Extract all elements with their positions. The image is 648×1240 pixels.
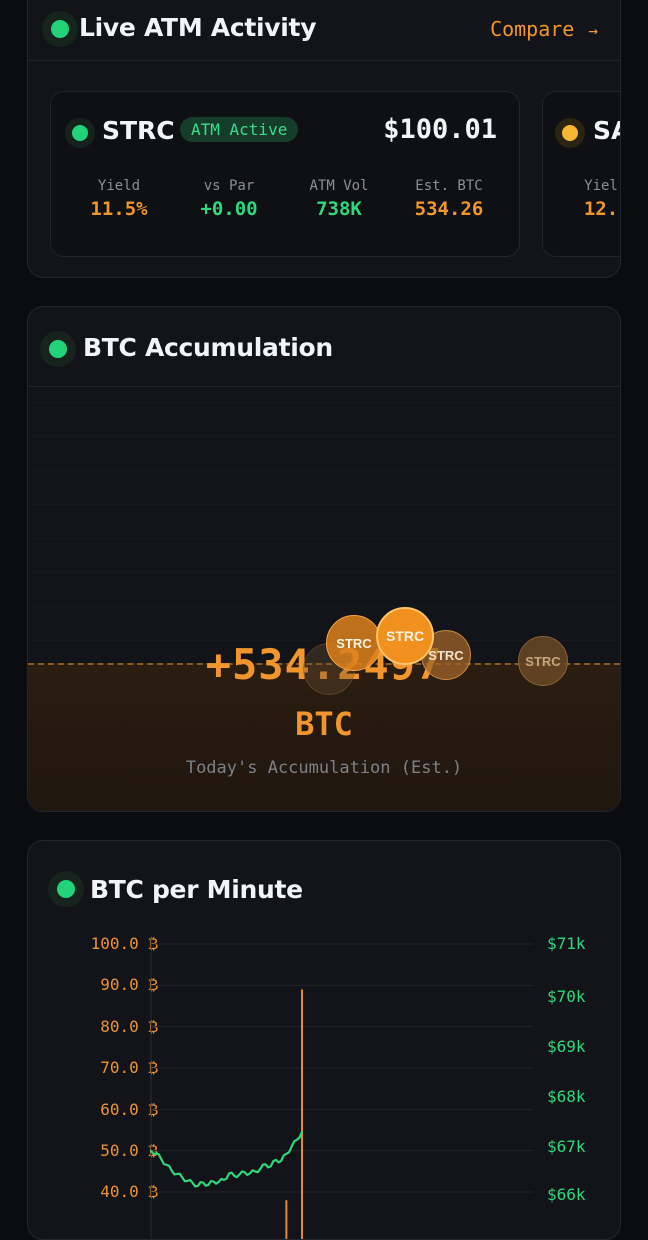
price-point	[295, 1138, 298, 1141]
price-point	[238, 1173, 241, 1176]
price-point	[181, 1176, 184, 1179]
strc-bubble: STRC	[326, 615, 382, 671]
stat-label: Est. BTC	[415, 178, 483, 194]
price-point	[202, 1181, 204, 1184]
atm-card-header: Live ATM Activity Compare →	[28, 0, 620, 61]
stat-yield: Yield 11.5%	[64, 178, 174, 220]
price-point	[243, 1171, 246, 1174]
price-point	[223, 1179, 225, 1181]
price-point	[290, 1146, 293, 1148]
price-point	[212, 1180, 215, 1183]
price-point	[254, 1170, 256, 1173]
price-point	[264, 1163, 267, 1166]
price-point	[191, 1182, 194, 1184]
ticker-card-sa[interactable]: SA Yiel 12.	[542, 91, 620, 257]
price-point	[275, 1159, 277, 1161]
arrow-right-icon: →	[588, 21, 598, 40]
stat-vs-par: vs Par +0.00	[174, 178, 284, 220]
btc-price-line	[150, 1131, 304, 1188]
price-point	[249, 1172, 251, 1175]
ticker-price: $100.01	[383, 114, 497, 145]
stat-value: 738K	[316, 198, 362, 220]
card-title: Live ATM Activity	[79, 13, 317, 42]
price-point	[176, 1173, 178, 1175]
price-point	[259, 1168, 262, 1170]
status-dot-icon	[65, 118, 95, 148]
stat-label: vs Par	[203, 178, 255, 194]
price-point	[171, 1170, 173, 1172]
btc-accumulation-card: BTC Accumulation +534.2497 STRC STRC STR…	[27, 306, 621, 812]
price-point	[160, 1158, 163, 1161]
accumulation-unit: BTC	[295, 705, 353, 743]
price-point	[269, 1165, 272, 1168]
price-point	[207, 1184, 210, 1186]
status-badge: ATM Active	[180, 117, 299, 142]
price-point	[165, 1164, 168, 1166]
btc-per-minute-card: BTC per Minute 100.0 ₿ 90.0 ₿ 80.0 ₿ 70.…	[27, 840, 621, 1240]
stat-yield: Yiel 12.	[561, 178, 620, 220]
compare-label: Compare	[490, 17, 575, 41]
live-atm-activity-card: Live ATM Activity Compare → STRC ATM Acti…	[27, 0, 621, 278]
price-point	[301, 1130, 303, 1133]
strc-bubble: STRC	[376, 607, 434, 665]
stat-value: +0.00	[200, 198, 258, 220]
stat-label: Yiel	[584, 178, 618, 194]
btc-bar	[285, 1200, 288, 1239]
price-point	[197, 1185, 199, 1187]
price-point	[155, 1152, 158, 1155]
price-point	[280, 1160, 282, 1162]
live-status-icon	[40, 331, 76, 367]
live-status-icon	[42, 11, 78, 47]
ticker-name: SA	[593, 116, 620, 145]
price-point	[285, 1153, 288, 1155]
ticker-name: STRC	[102, 116, 175, 145]
status-dot-icon	[555, 118, 585, 148]
stat-label: Yield	[97, 178, 141, 194]
stat-value: 12.	[583, 198, 619, 220]
btc-per-minute-chart	[150, 936, 533, 1239]
stat-atm-vol: ATM Vol 738K	[284, 178, 394, 220]
btc-bar	[301, 989, 303, 1239]
card-title: BTC Accumulation	[83, 333, 333, 362]
stat-est-btc: Est. BTC 534.26	[394, 178, 504, 220]
price-point	[233, 1175, 236, 1177]
accum-card-header: BTC Accumulation	[28, 307, 620, 387]
accumulation-subtitle: Today's Accumulation (Est.)	[185, 758, 463, 778]
stat-value: 11.5%	[90, 198, 148, 220]
strc-bubble: STRC	[518, 636, 568, 686]
price-point	[228, 1172, 230, 1175]
ticker-card-strc[interactable]: STRC ATM Active $100.01 Yield 11.5% vs P…	[50, 91, 520, 257]
stat-value: 534.26	[414, 198, 484, 220]
compare-link[interactable]: Compare →	[490, 17, 598, 41]
price-point	[150, 1150, 152, 1152]
stat-label: ATM Vol	[309, 178, 369, 194]
price-point	[217, 1181, 220, 1183]
price-point	[186, 1180, 189, 1182]
